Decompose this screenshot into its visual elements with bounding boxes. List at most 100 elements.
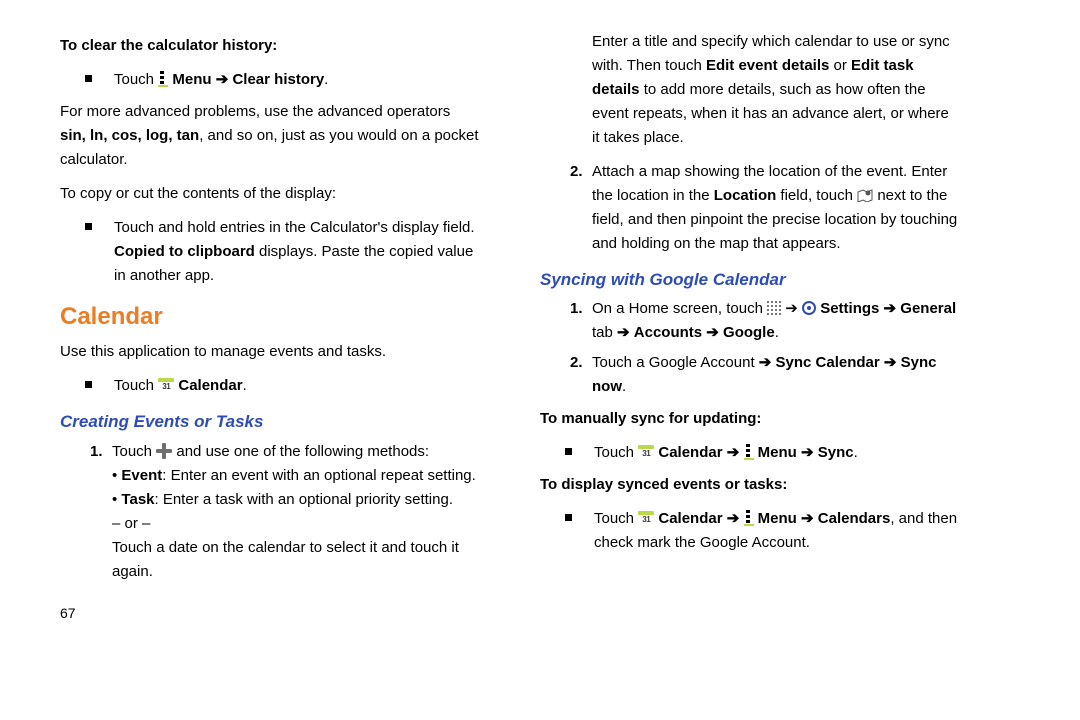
step-body: Touch a Google Account ➔ Sync Calendar ➔… xyxy=(592,351,960,399)
menu-label: Menu xyxy=(172,71,211,88)
step-body: Attach a map showing the location of the… xyxy=(592,160,960,256)
calendar-icon xyxy=(158,378,174,392)
google-label: Google xyxy=(723,324,775,341)
bullet-square-icon xyxy=(85,381,92,388)
calendar-label: Calendar xyxy=(178,377,242,394)
text: field, touch xyxy=(776,187,857,204)
menu-icon xyxy=(744,444,754,460)
touch-calendar-body: Touch Calendar. xyxy=(114,374,480,398)
arrow-icon: ➔ xyxy=(884,300,901,317)
calendar-intro: Use this application to manage events an… xyxy=(60,340,480,364)
clear-history-step: Touch Menu ➔ Clear history. xyxy=(85,68,480,92)
list-item: 2. Touch a Google Account ➔ Sync Calenda… xyxy=(570,351,960,399)
text: . xyxy=(243,377,247,394)
location-label: Location xyxy=(714,187,777,204)
creating-heading: Creating Events or Tasks xyxy=(60,408,480,435)
bullet-square-icon xyxy=(565,448,572,455)
calendar-icon xyxy=(638,445,654,459)
text: For more advanced problems, use the adva… xyxy=(60,103,450,120)
map-pin-icon xyxy=(857,188,873,202)
bullet-square-icon xyxy=(565,514,572,521)
text: Copied to clipboard displays. Paste the … xyxy=(114,240,480,288)
copy-step: Touch and hold entries in the Calculator… xyxy=(85,216,480,288)
text: Touch xyxy=(114,377,158,394)
right-column: Enter a title and specify which calendar… xyxy=(540,30,960,624)
arrow-icon: ➔ xyxy=(617,324,634,341)
event-step-2: 2. Attach a map showing the location of … xyxy=(570,160,960,256)
step-number: 1. xyxy=(570,297,592,321)
sync-label: Sync xyxy=(818,444,854,461)
plus-icon xyxy=(156,443,172,459)
settings-label: Settings xyxy=(820,300,879,317)
arrow-icon: ➔ xyxy=(727,510,744,527)
copy-cut-intro: To copy or cut the contents of the displ… xyxy=(60,182,480,206)
clear-history-body: Touch Menu ➔ Clear history. xyxy=(114,68,480,92)
clear-history-label: Clear history xyxy=(232,71,324,88)
page-number: 67 xyxy=(60,602,480,624)
left-column: To clear the calculator history: Touch M… xyxy=(60,30,480,624)
sub-bullet-task: • Task: Enter a task with an optional pr… xyxy=(112,488,480,512)
text: or xyxy=(829,57,851,74)
manual-sync-heading: To manually sync for updating: xyxy=(540,407,960,431)
text: Touch xyxy=(112,443,156,460)
calendar-icon xyxy=(638,511,654,525)
text: . xyxy=(324,71,328,88)
settings-gear-icon xyxy=(802,301,816,315)
event-label: Event xyxy=(121,467,162,484)
step-body: Touch and use one of the following metho… xyxy=(112,440,480,584)
step-number: 2. xyxy=(570,351,592,375)
text: Touch a Google Account xyxy=(592,354,759,371)
arrow-icon: ➔ xyxy=(801,444,818,461)
operators-list: sin, ln, cos, log, tan xyxy=(60,127,199,144)
calendar-label: Calendar xyxy=(658,444,722,461)
menu-label: Menu xyxy=(758,510,797,527)
text: . xyxy=(854,444,858,461)
display-synced-heading: To display synced events or tasks: xyxy=(540,473,960,497)
touch-calendar-step: Touch Calendar. xyxy=(85,374,480,398)
general-label: General xyxy=(900,300,956,317)
calendar-label: Calendar xyxy=(658,510,722,527)
continuation-text: Enter a title and specify which calendar… xyxy=(592,30,960,150)
menu-label: Menu xyxy=(758,444,797,461)
text: Touch xyxy=(114,71,158,88)
arrow-icon: ➔ xyxy=(727,444,744,461)
display-synced-body: Touch Calendar ➔ Menu ➔ Calendars, and t… xyxy=(594,507,960,555)
step-number: 1. xyxy=(90,440,112,464)
calendars-label: Calendars xyxy=(818,510,891,527)
edit-event-label: Edit event details xyxy=(706,57,829,74)
or-divider: – or – xyxy=(112,512,480,536)
list-item: 1. Touch and use one of the following me… xyxy=(90,440,480,584)
text: to add more details, such as how often t… xyxy=(592,81,949,146)
menu-icon xyxy=(744,510,754,526)
step-number: 2. xyxy=(570,160,592,184)
alternative-method: Touch a date on the calendar to select i… xyxy=(112,536,480,584)
bullet-square-icon xyxy=(85,75,92,82)
arrow-icon: ➔ xyxy=(702,324,723,341)
clear-history-heading: To clear the calculator history: xyxy=(60,34,480,58)
text: : Enter a task with an optional priority… xyxy=(155,491,453,508)
arrow-icon: ➔ xyxy=(216,71,233,88)
arrow-icon: ➔ xyxy=(785,300,802,317)
text: tab xyxy=(592,324,617,341)
display-synced-step: Touch Calendar ➔ Menu ➔ Calendars, and t… xyxy=(565,507,960,555)
manual-sync-step: Touch Calendar ➔ Menu ➔ Sync. xyxy=(565,441,960,465)
step-body: On a Home screen, touch ➔ Settings ➔ Gen… xyxy=(592,297,960,345)
copy-step-body: Touch and hold entries in the Calculator… xyxy=(114,216,480,288)
text: Touch and hold entries in the Calculator… xyxy=(114,216,480,240)
calendar-heading: Calendar xyxy=(60,298,480,336)
text: : Enter an event with an optional repeat… xyxy=(162,467,476,484)
text: Touch xyxy=(594,444,638,461)
task-label: Task xyxy=(121,491,154,508)
bullet-square-icon xyxy=(85,223,92,230)
text: Touch and use one of the following metho… xyxy=(112,440,480,464)
copied-label: Copied to clipboard xyxy=(114,243,255,260)
arrow-icon: ➔ xyxy=(759,354,776,371)
arrow-icon: ➔ xyxy=(801,510,818,527)
list-item: 2. Attach a map showing the location of … xyxy=(570,160,960,256)
manual-sync-body: Touch Calendar ➔ Menu ➔ Sync. xyxy=(594,441,960,465)
sync-list: 1. On a Home screen, touch ➔ Settings ➔ … xyxy=(570,297,960,399)
text: . xyxy=(622,378,626,395)
text: . xyxy=(775,324,779,341)
syncing-heading: Syncing with Google Calendar xyxy=(540,266,960,293)
text: Touch xyxy=(594,510,638,527)
